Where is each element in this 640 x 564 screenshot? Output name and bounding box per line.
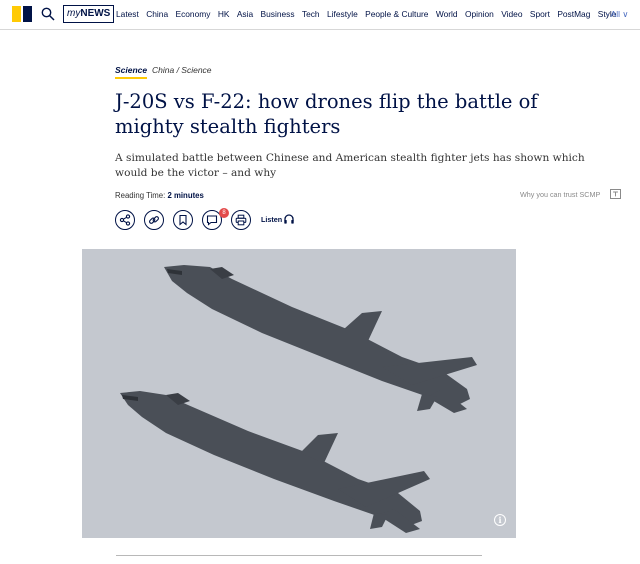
share-button[interactable] bbox=[115, 210, 135, 230]
nav-item-people-culture[interactable]: People & Culture bbox=[365, 9, 428, 19]
nav-items: Latest China Economy HK Asia Business Te… bbox=[116, 9, 624, 19]
trust-icon[interactable] bbox=[610, 189, 621, 199]
mynews-button[interactable]: myNEWS bbox=[63, 5, 115, 23]
share-icon bbox=[119, 214, 131, 226]
info-icon[interactable]: i bbox=[494, 514, 506, 526]
hero-image bbox=[82, 249, 516, 538]
nav-item-latest[interactable]: Latest bbox=[116, 9, 139, 19]
print-icon bbox=[235, 214, 247, 226]
nav-all-menu[interactable]: · All ∨ bbox=[606, 9, 628, 19]
nav-item-tech[interactable]: Tech bbox=[302, 9, 320, 19]
article-title: J-20S vs F-22: how drones flip the battl… bbox=[115, 90, 538, 138]
print-button[interactable] bbox=[231, 210, 251, 230]
nav-item-sport[interactable]: Sport bbox=[530, 9, 550, 19]
bookmark-icon bbox=[179, 214, 187, 226]
comment-count-badge: 8 bbox=[219, 208, 229, 218]
nav-item-postmag[interactable]: PostMag bbox=[557, 9, 590, 19]
nav-item-lifestyle[interactable]: Lifestyle bbox=[327, 9, 358, 19]
headphones-icon[interactable] bbox=[283, 213, 295, 225]
nav-item-opinion[interactable]: Opinion bbox=[465, 9, 494, 19]
scmp-logo[interactable] bbox=[12, 6, 32, 22]
subsection-link[interactable]: China / Science bbox=[152, 65, 212, 75]
nav-item-economy[interactable]: Economy bbox=[176, 9, 211, 19]
nav-item-hk[interactable]: HK bbox=[218, 9, 230, 19]
comment-icon bbox=[206, 215, 218, 226]
reading-time-value: 2 minutes bbox=[167, 191, 204, 200]
nav-item-video[interactable]: Video bbox=[501, 9, 522, 19]
section-link[interactable]: Science bbox=[115, 65, 148, 79]
trust-link[interactable]: Why you can trust SCMP bbox=[520, 190, 600, 199]
link-icon bbox=[149, 216, 159, 224]
divider bbox=[116, 555, 482, 556]
nav-item-world[interactable]: World bbox=[436, 9, 458, 19]
top-nav: myNEWS Latest China Economy HK Asia Busi… bbox=[0, 0, 640, 30]
fighter-jets-illustration bbox=[82, 249, 516, 538]
nav-item-business[interactable]: Business bbox=[261, 9, 295, 19]
copy-link-button[interactable] bbox=[144, 210, 164, 230]
search-icon[interactable] bbox=[41, 7, 55, 21]
nav-item-asia[interactable]: Asia bbox=[237, 9, 253, 19]
bookmark-button[interactable] bbox=[173, 210, 193, 230]
article-subtitle: A simulated battle between Chinese and A… bbox=[115, 152, 585, 179]
nav-item-china[interactable]: China bbox=[146, 9, 168, 19]
listen-button[interactable]: Listen bbox=[261, 215, 282, 224]
reading-time: Reading Time: 2 minutes bbox=[115, 191, 204, 200]
